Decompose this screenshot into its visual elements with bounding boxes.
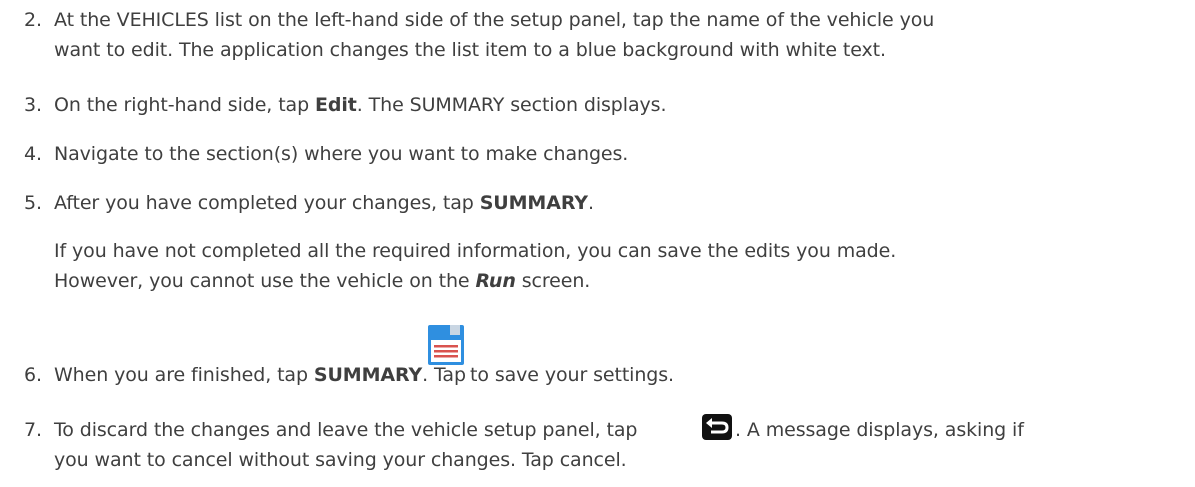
edit-keyword: Edit [314, 94, 357, 116]
summary-keyword: SUMMARY [479, 192, 588, 214]
step-text-post: to save your settings. [470, 364, 674, 386]
step-text-pre: On the right-hand side, tap [54, 94, 315, 116]
step-text-line-1: At the VEHICLES list on the left-hand si… [54, 9, 935, 31]
step-text-pre: When you are finished, tap [54, 364, 314, 386]
step-text-mid: . Tap [422, 364, 466, 386]
step-text-pre: To discard the changes and leave the veh… [54, 419, 638, 441]
step-text-post: . [587, 192, 594, 214]
step-number: 3. [24, 94, 42, 116]
step-text: After you have completed your changes, t… [54, 192, 594, 214]
step-text-pre: After you have completed your changes, t… [54, 192, 480, 214]
summary-keyword: SUMMARY [313, 364, 423, 386]
step-text: Navigate to the section(s) where you wan… [54, 143, 629, 165]
step-text-line-2: you want to cancel without saving your c… [54, 449, 627, 471]
step-number: 6. [24, 364, 42, 386]
step-number: 5. [24, 192, 42, 214]
step-text-post: . The SUMMARY section displays. [356, 94, 667, 116]
step-text: When you are finished, tap SUMMARY. Tap [54, 364, 466, 386]
run-keyword: Run [475, 270, 516, 292]
step-number: 2. [24, 9, 42, 31]
step-note-line-1: If you have not completed all the requir… [54, 240, 897, 262]
note-post: screen. [515, 270, 591, 292]
step-text: On the right-hand side, tap Edit. The SU… [54, 94, 666, 116]
step-note-line-2: However, you cannot use the vehicle on t… [54, 270, 590, 292]
save-icon [428, 325, 464, 365]
step-text-post: . A message displays, asking if [735, 419, 1024, 441]
note-pre: However, you cannot use the vehicle on t… [54, 270, 476, 292]
step-number: 4. [24, 143, 42, 165]
step-number: 7. [24, 419, 42, 441]
back-icon [702, 414, 732, 440]
step-text-line-2: want to edit. The application changes th… [54, 39, 886, 61]
